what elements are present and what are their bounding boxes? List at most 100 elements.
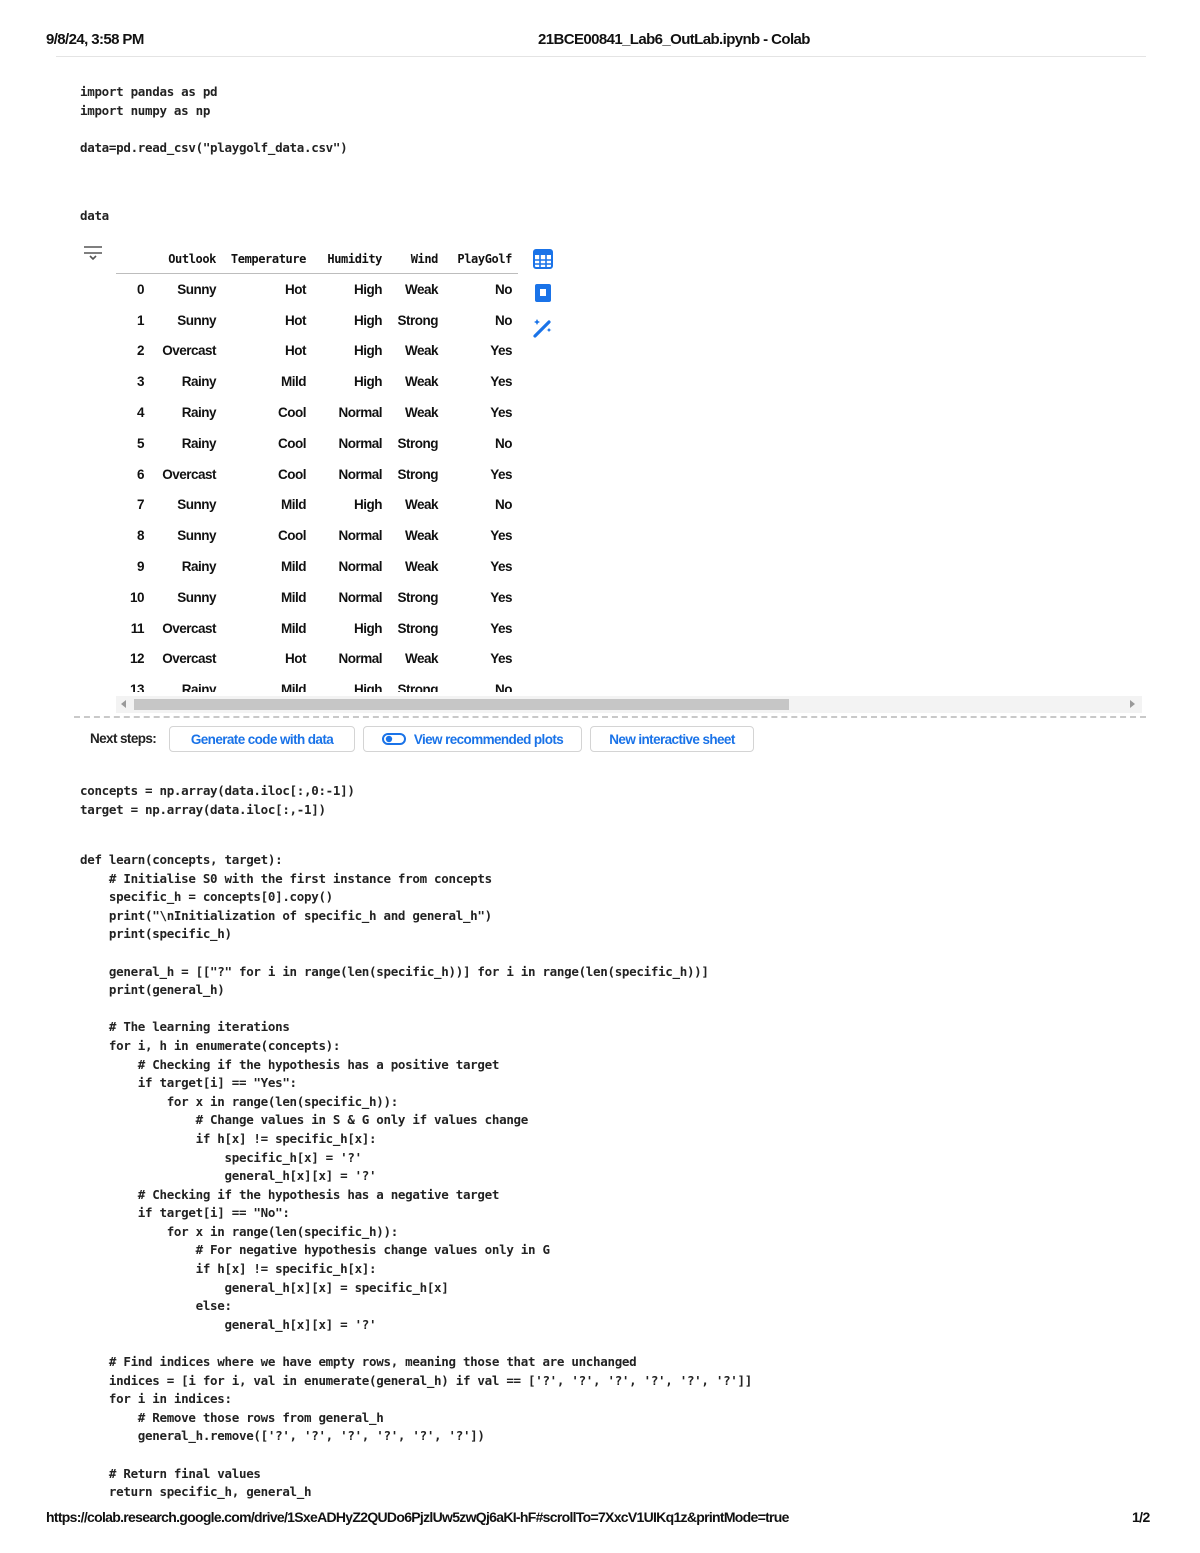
table-cell: Hot [285, 343, 307, 359]
column-header: PlayGolf [444, 245, 518, 274]
table-cell: Sunny [177, 281, 216, 297]
table-cell: Normal [338, 405, 382, 421]
table-row: 11 Overcast Mild High Strong Yes [116, 613, 518, 644]
code-cell-imports[interactable]: import pandas as pd import numpy as np dat… [80, 83, 348, 157]
row-index: 5 [136, 435, 145, 451]
code-line: # Change values in S & G only if values … [80, 1112, 529, 1128]
table-cell: Normal [338, 651, 382, 667]
table-cell: Mild [281, 559, 307, 575]
code-line: print(general_h) [80, 982, 225, 998]
table-row: 3 Rainy Mild High Weak Yes [116, 366, 518, 397]
table-cell: Strong [397, 589, 439, 605]
code-line: specific_h = concepts[0].copy() [80, 889, 333, 905]
scroll-right-icon[interactable] [1130, 700, 1135, 708]
table-cell: Weak [404, 374, 439, 390]
code-line: general_h[x][x] = '?' [80, 1168, 377, 1184]
copy-icon[interactable] [532, 282, 554, 304]
code-line: # Initialise S0 with the first instance … [80, 870, 492, 886]
magic-wand-icon[interactable] [532, 316, 554, 338]
table-cell: High [354, 312, 383, 328]
code-line: specific_h[x] = '?' [80, 1149, 363, 1165]
code-line: indices = [i for i, val in enumerate(gen… [80, 1372, 752, 1388]
table-cell: Cool [278, 405, 307, 421]
table-cell: Cool [278, 435, 307, 451]
table-cell: Overcast [162, 343, 216, 359]
output-toggle-icon[interactable] [82, 244, 104, 262]
table-cell: Rainy [181, 405, 217, 421]
view-recommended-plots-button[interactable]: View recommended plots [363, 726, 582, 752]
table-cell: Weak [404, 405, 439, 421]
table-cell: Cool [278, 528, 307, 544]
table-row: 8 Sunny Cool Normal Weak Yes [116, 520, 518, 551]
table-icon[interactable] [532, 248, 554, 270]
scroll-left-icon[interactable] [121, 700, 126, 708]
row-index: 0 [136, 281, 145, 297]
table-row: 13 Rainy Mild High Strong No [116, 674, 518, 692]
row-index: 3 [136, 374, 145, 390]
code-line: for i, h in enumerate(concepts): [80, 1037, 341, 1053]
generate-code-button[interactable]: Generate code with data [169, 726, 355, 752]
table-row: 5 Rainy Cool Normal Strong No [116, 428, 518, 459]
code-line: def learn(concepts, target): [80, 852, 283, 867]
table-cell: Sunny [177, 497, 216, 513]
horizontal-scrollbar[interactable] [116, 696, 1142, 713]
table-cell: High [354, 497, 383, 513]
table-cell: Hot [285, 281, 307, 297]
page-url: https://colab.research.google.com/drive/… [46, 1509, 789, 1525]
table-cell: Rainy [181, 374, 217, 390]
code-line: print("\nInitialization of specific_h an… [80, 907, 492, 923]
table-cell: Overcast [162, 466, 216, 482]
table-cell: Mild [281, 497, 307, 513]
table-cell: Normal [338, 589, 382, 605]
code-line: import numpy as np [80, 102, 211, 118]
table-cell: High [354, 343, 383, 359]
code-line: for i in indices: [80, 1391, 232, 1407]
table-cell: Weak [404, 559, 439, 575]
table-cell: Overcast [162, 620, 216, 636]
code-line: if target[i] == "Yes": [80, 1075, 297, 1091]
print-datetime: 9/8/24, 3:58 PM [46, 31, 144, 48]
dataframe-table: Outlook Temperature Humidity Wind PlayGo… [116, 245, 518, 692]
code-line: general_h.remove(['?', '?', '?', '?', '?… [80, 1428, 485, 1444]
view-plots-label: View recommended plots [413, 731, 564, 747]
table-cell: Yes [490, 374, 512, 390]
code-line: general_h[x][x] = specific_h[x] [80, 1279, 449, 1295]
dataframe-output: Outlook Temperature Humidity Wind PlayGo… [116, 245, 526, 692]
code-line: general_h[x][x] = '?' [80, 1316, 377, 1332]
column-header: Temperature [222, 245, 312, 274]
code-cell-data[interactable]: data [80, 207, 109, 226]
table-cell: Sunny [177, 312, 216, 328]
table-cell: Mild [281, 620, 307, 636]
table-cell: Yes [490, 466, 512, 482]
code-line: # Checking if the hypothesis has a posit… [80, 1056, 500, 1072]
table-row: 0 Sunny Hot High Weak No [116, 274, 518, 305]
table-cell: Strong [397, 682, 439, 692]
table-cell: No [495, 682, 513, 692]
table-cell: Mild [281, 374, 307, 390]
table-cell: Yes [490, 528, 512, 544]
code-line: # Remove those rows from general_h [80, 1409, 384, 1425]
new-interactive-sheet-button[interactable]: New interactive sheet [590, 726, 754, 752]
table-cell: High [354, 620, 383, 636]
table-cell: Yes [490, 343, 512, 359]
index-header [116, 245, 152, 274]
code-line: if target[i] == "No": [80, 1205, 290, 1221]
code-line: for x in range(len(specific_h)): [80, 1223, 399, 1239]
table-row: 7 Sunny Mild High Weak No [116, 490, 518, 521]
column-header: Wind [388, 245, 444, 274]
column-header: Humidity [312, 245, 388, 274]
code-cell-learn-function[interactable]: def learn(concepts, target): # Initialis… [80, 851, 752, 1502]
scrollbar-thumb[interactable] [134, 699, 789, 710]
code-line: return specific_h, general_h [80, 1484, 312, 1500]
row-index: 2 [136, 343, 145, 359]
table-cell: Normal [338, 466, 382, 482]
code-line: data=pd.read_csv("playgolf_data.csv") [80, 139, 348, 155]
row-index: 8 [136, 528, 145, 544]
table-cell: Mild [281, 682, 307, 692]
code-line: else: [80, 1298, 232, 1314]
code-line: # The learning iterations [80, 1019, 290, 1035]
code-cell-arrays[interactable]: concepts = np.array(data.iloc[:,0:-1]) ta… [80, 782, 355, 819]
